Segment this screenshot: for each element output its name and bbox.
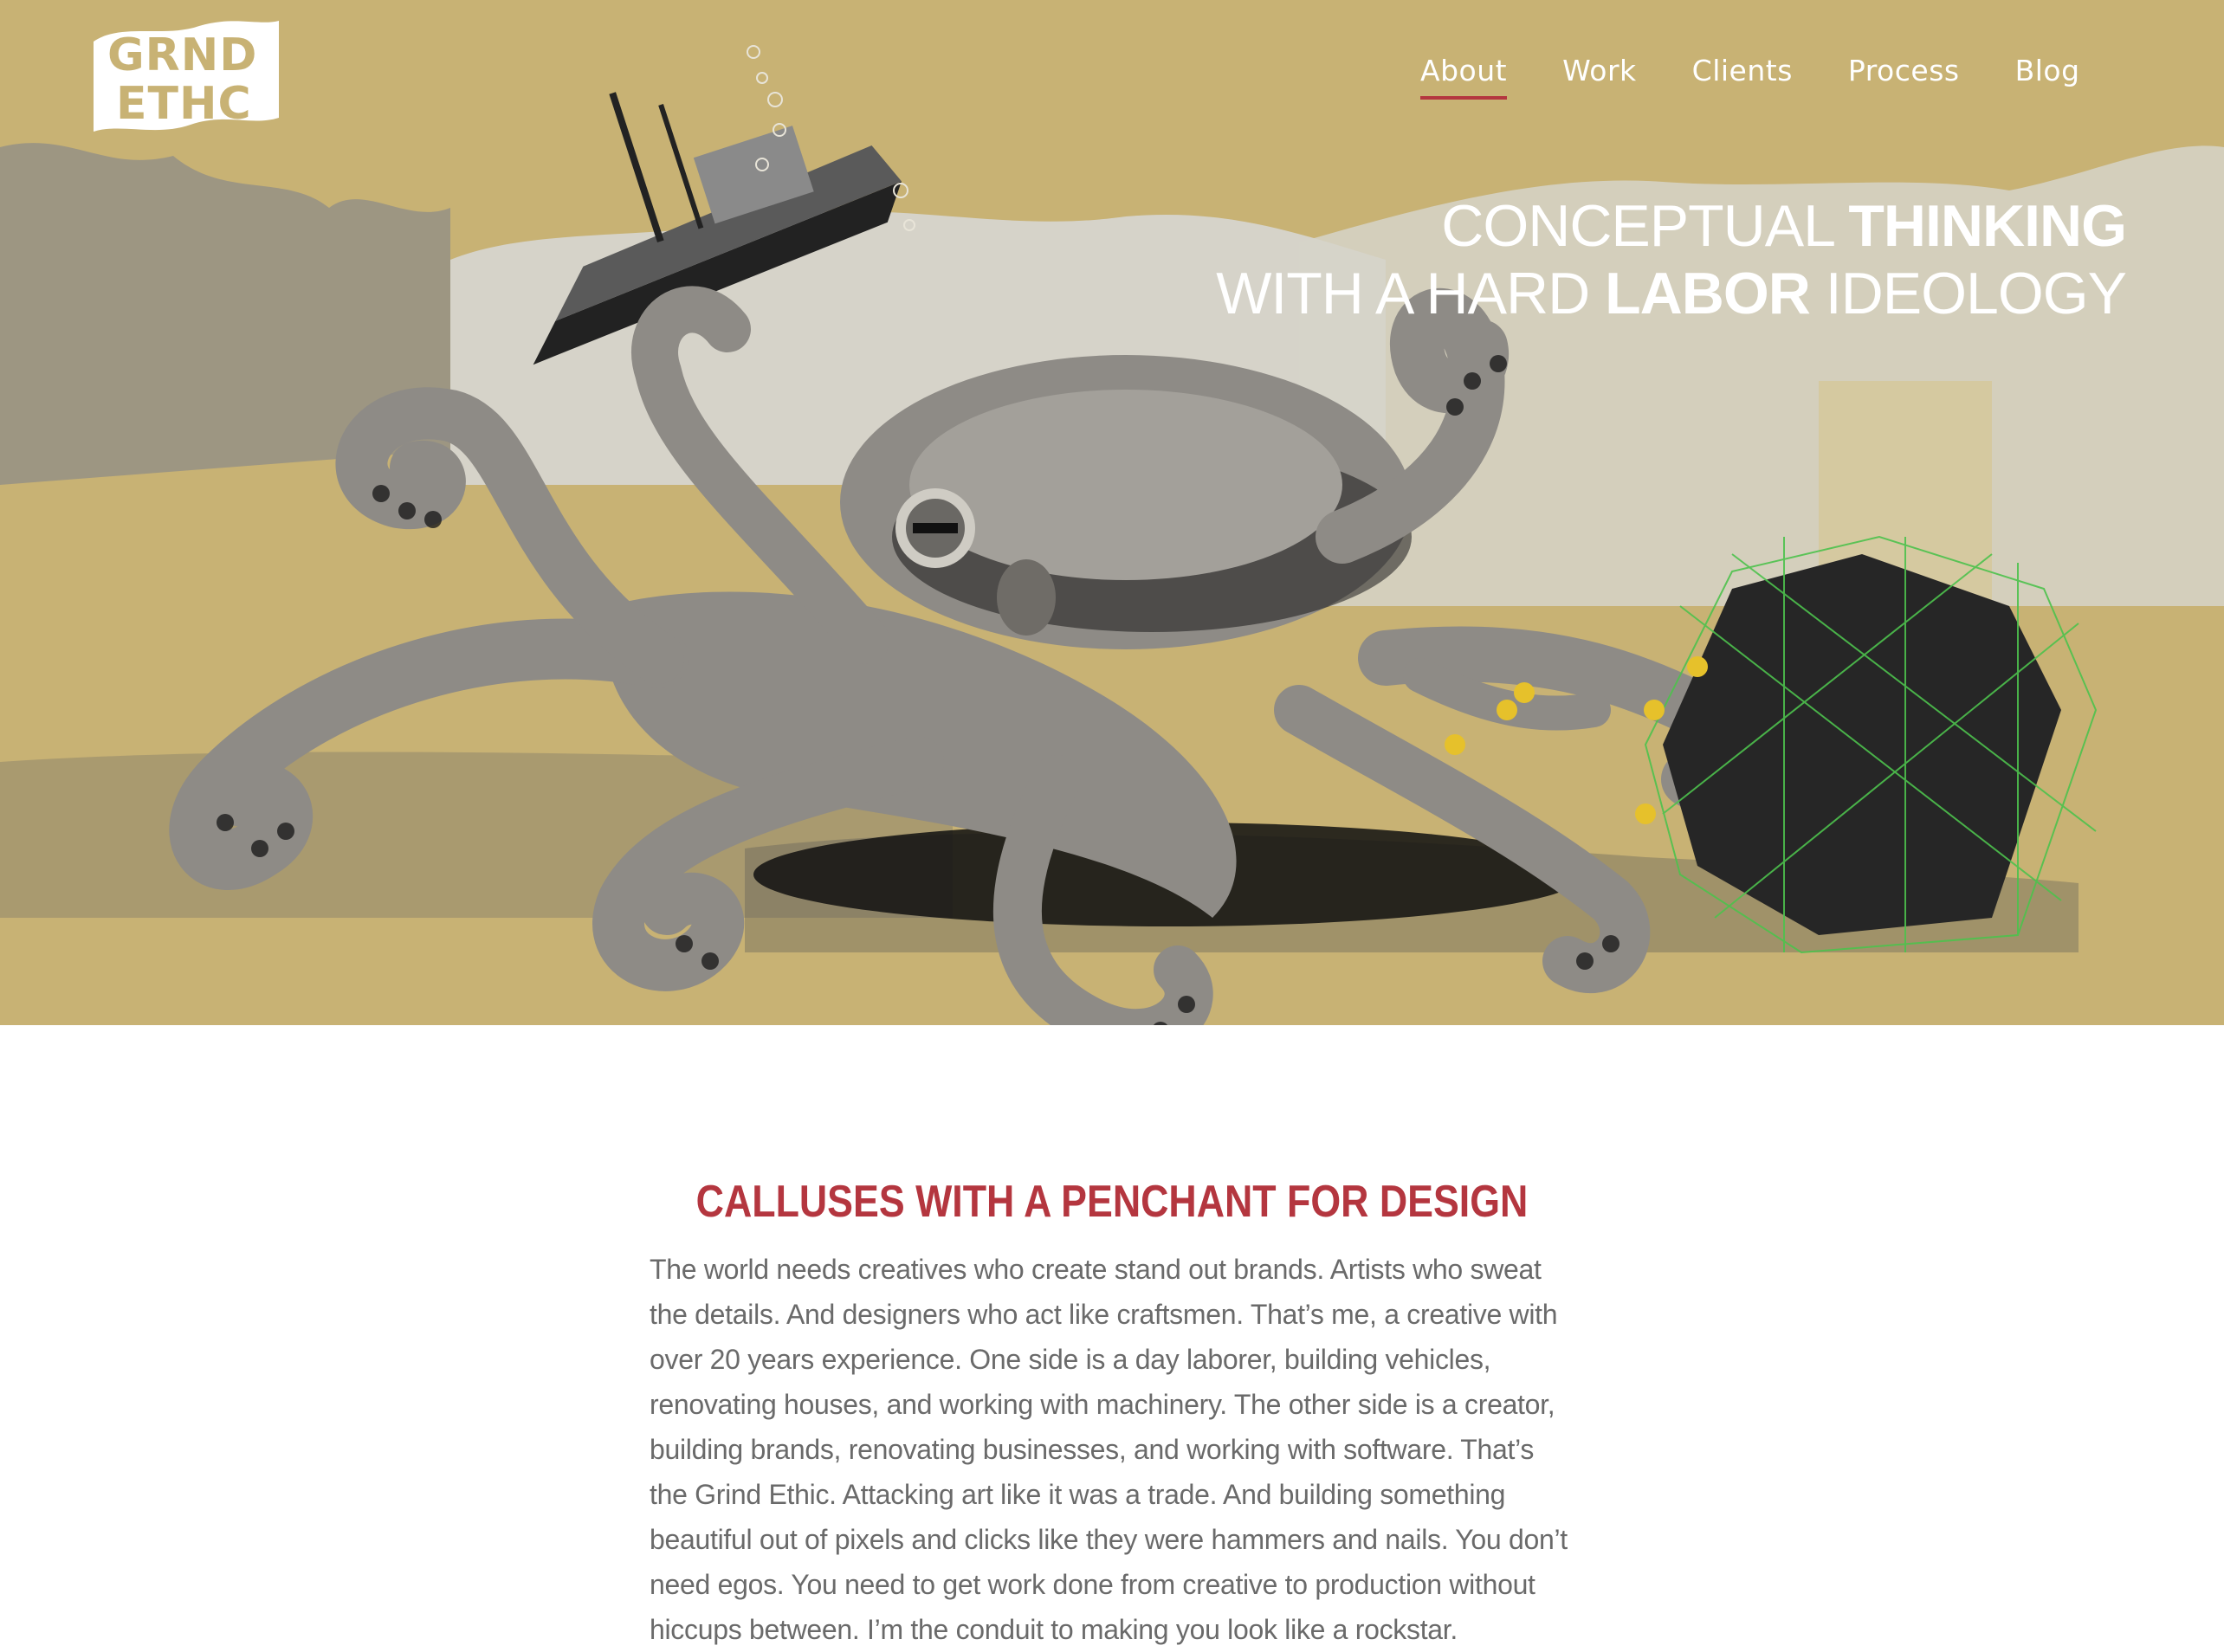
nav-blog[interactable]: Blog: [2015, 54, 2080, 100]
section-heading: CALLUSES WITH A PENCHANT FOR DESIGN: [695, 1177, 1529, 1227]
grind-ethic-logo[interactable]: GRND ETHC: [87, 16, 288, 139]
nav-about[interactable]: About: [1420, 54, 1508, 100]
tagline-word-labor: LABOR: [1605, 261, 1811, 326]
tagline-word-thinking: THINKING: [1848, 193, 2127, 259]
tagline-word-ideology: IDEOLOGY: [1809, 261, 2127, 326]
hero-tagline: CONCEPTUAL THINKING WITH A HARD LABOR ID…: [1216, 192, 2127, 327]
about-body-text: The world needs creatives who create sta…: [650, 1254, 1568, 1645]
octopus-illustration: [0, 45, 2224, 1025]
logo-wordmark: GRND ETHC: [87, 16, 288, 139]
logo-line-2: ETHC: [116, 78, 252, 130]
nav-work[interactable]: Work: [1562, 54, 1637, 100]
tagline-line-2: WITH A HARD LABOR IDEOLOGY: [1216, 260, 2127, 327]
nav-process[interactable]: Process: [1848, 54, 1960, 100]
nav-clients[interactable]: Clients: [1692, 54, 1793, 100]
tagline-line-1: CONCEPTUAL THINKING: [1216, 192, 2127, 260]
main-nav: About Work Clients Process Blog: [1420, 54, 2080, 100]
tagline-word-conceptual: CONCEPTUAL: [1441, 193, 1849, 259]
logo-line-1: GRND: [107, 29, 258, 81]
tagline-word-with-a-hard: WITH A HARD: [1216, 261, 1606, 326]
hero-section: GRND ETHC About Work Clients Process Blo…: [0, 0, 2224, 1025]
